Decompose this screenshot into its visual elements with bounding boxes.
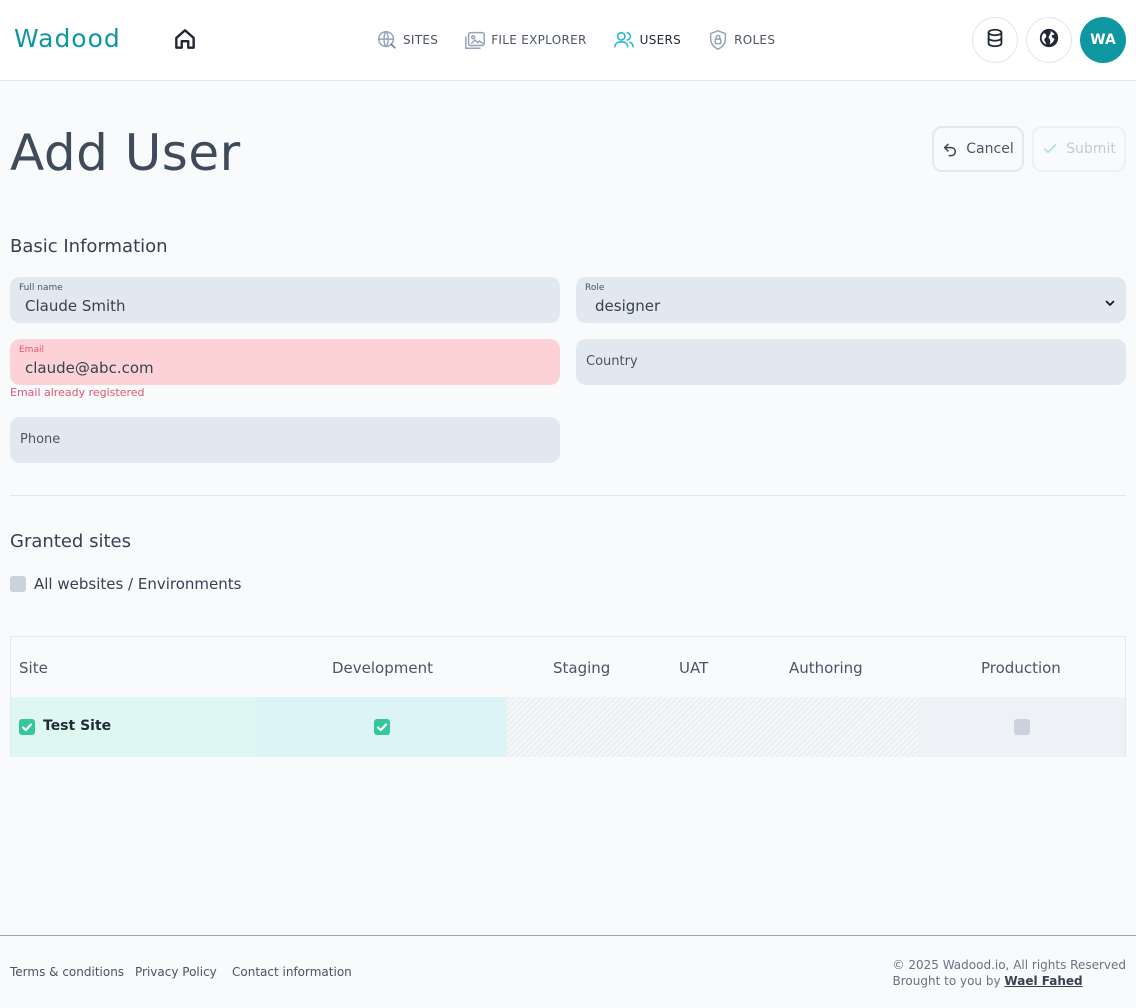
all-sites-label: All websites / Environments [34, 575, 242, 593]
copyright-block: © 2025 Wadood.io, All rights Reserved Br… [893, 957, 1126, 989]
full-name-label: Full name [19, 283, 63, 293]
country-placeholder: Country [586, 354, 638, 369]
full-name-field[interactable]: Full name Claude Smith [10, 277, 560, 323]
development-cell [257, 697, 507, 757]
email-field[interactable]: Email claude@abc.com [10, 339, 560, 385]
wadood-logo[interactable]: Wadood [14, 24, 146, 54]
email-error-message: Email already registered [10, 386, 145, 399]
col-staging: Staging [553, 659, 611, 677]
col-authoring: Authoring [789, 659, 863, 677]
user-avatar[interactable]: WA [1080, 17, 1126, 63]
privacy-link[interactable]: Privacy Policy [135, 965, 217, 979]
full-name-value: Claude Smith [25, 297, 126, 315]
country-field[interactable]: Country [576, 339, 1126, 385]
submit-label: Submit [1066, 141, 1116, 157]
all-sites-toggle[interactable]: All websites / Environments [10, 575, 241, 593]
col-production: Production [981, 659, 1061, 677]
phone-placeholder: Phone [20, 432, 61, 447]
users-icon [613, 29, 635, 51]
database-icon [984, 27, 1006, 53]
submit-button[interactable]: Submit [1032, 126, 1126, 172]
globe-icon [376, 29, 398, 51]
col-development: Development [332, 659, 433, 677]
language-button[interactable] [1026, 17, 1072, 63]
sites-table: Site Development Staging UAT Authoring P… [10, 636, 1126, 757]
site-name: Test Site [43, 718, 112, 734]
nav-sites[interactable]: SITES [376, 29, 438, 51]
development-checkbox[interactable] [374, 719, 390, 735]
folder-image-icon [464, 29, 486, 51]
granted-sites-title: Granted sites [10, 531, 131, 552]
top-header: Wadood SITES FILE EXPLORER USERS ROLES W… [0, 0, 1136, 81]
home-icon[interactable] [172, 26, 198, 52]
site-cell: Test Site [11, 697, 257, 757]
nav-sites-label: SITES [403, 33, 439, 47]
nav-users-label: USERS [639, 33, 682, 47]
main-nav: SITES FILE EXPLORER USERS ROLES [376, 28, 801, 52]
role-select[interactable]: Role designer [576, 277, 1126, 323]
production-checkbox[interactable] [1014, 719, 1030, 735]
cancel-button[interactable]: Cancel [932, 126, 1024, 172]
footer: Terms & conditions Privacy Policy Contac… [0, 935, 1136, 1008]
email-value: claude@abc.com [25, 359, 154, 377]
col-uat: UAT [679, 659, 709, 677]
unavailable-environments [507, 697, 919, 757]
basic-info-title: Basic Information [10, 236, 168, 257]
author-link[interactable]: Wael Fahed [1004, 974, 1082, 988]
nav-file-explorer-label: FILE EXPLORER [491, 33, 587, 47]
nav-file-explorer[interactable]: FILE EXPLORER [464, 29, 586, 51]
shield-lock-icon [707, 29, 729, 51]
section-divider [10, 495, 1126, 496]
nav-roles-label: ROLES [734, 33, 776, 47]
all-sites-checkbox[interactable] [10, 576, 26, 592]
svg-text:Wadood: Wadood [14, 24, 121, 53]
nav-roles[interactable]: ROLES [707, 29, 775, 51]
email-label: Email [19, 345, 44, 355]
production-cell [919, 697, 1125, 757]
col-site: Site [19, 659, 48, 677]
phone-field[interactable]: Phone [10, 417, 560, 463]
earth-icon [1038, 27, 1060, 53]
copyright-text: © 2025 Wadood.io, All rights Reserved [892, 958, 1126, 972]
credits: Brought to you by Wael Fahed [893, 973, 1126, 989]
undo-icon [942, 141, 958, 157]
nav-users[interactable]: USERS [613, 29, 681, 51]
role-label: Role [585, 283, 605, 293]
page-title: Add User [10, 124, 241, 182]
table-header: Site Development Staging UAT Authoring P… [11, 637, 1125, 697]
cancel-label: Cancel [966, 141, 1014, 157]
terms-link[interactable]: Terms & conditions [10, 965, 124, 979]
table-row: Test Site [11, 697, 1125, 757]
role-value: designer [595, 297, 661, 315]
credits-text: Brought to you by [892, 974, 1001, 988]
database-button[interactable] [972, 17, 1018, 63]
site-checkbox[interactable] [19, 719, 35, 735]
chevron-down-icon [1104, 294, 1116, 313]
check-icon [1042, 141, 1058, 157]
contact-link[interactable]: Contact information [232, 965, 352, 979]
